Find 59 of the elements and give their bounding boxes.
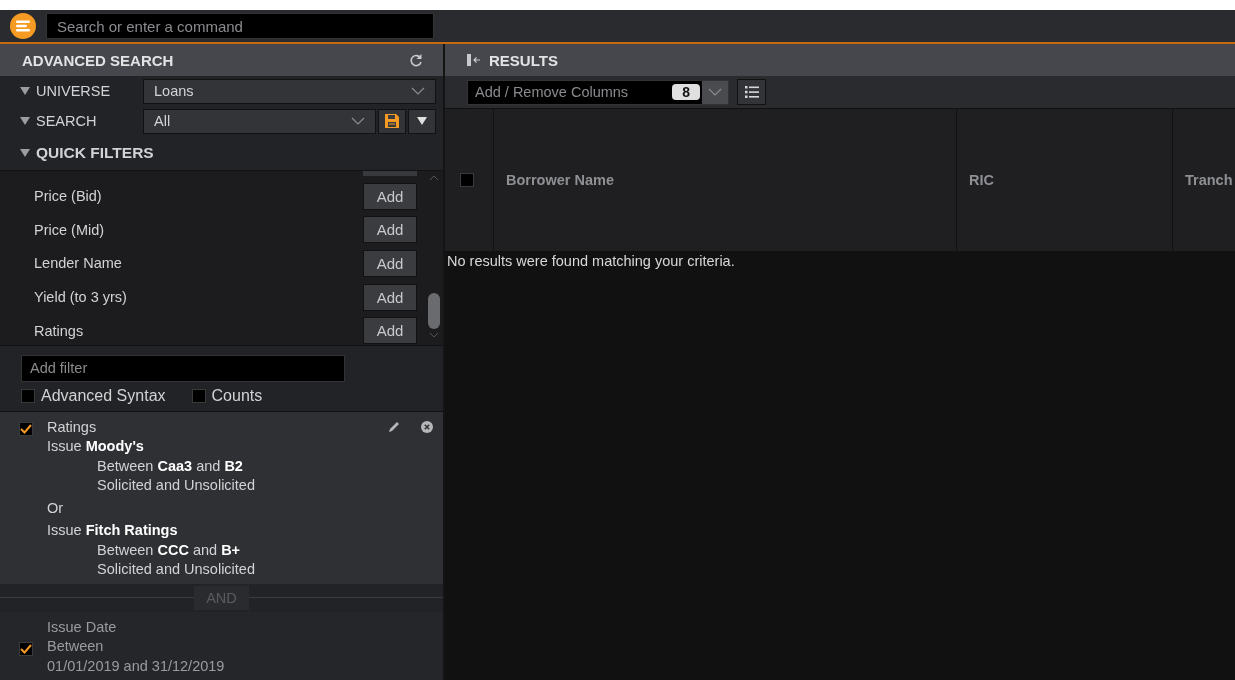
checkbox-label: Advanced Syntax <box>41 386 166 405</box>
menu-button[interactable] <box>408 108 436 134</box>
column-header[interactable]: RIC <box>957 109 1173 251</box>
select-all-checkbox[interactable] <box>460 173 474 187</box>
command-search-field[interactable]: Search or enter a command <box>46 13 434 39</box>
columns-dropdown[interactable]: Add / Remove Columns 8 <box>467 79 729 105</box>
filter-name: Price (Mid) <box>34 221 105 238</box>
list-icon <box>744 86 759 98</box>
checkbox-label: Counts <box>211 386 263 405</box>
filter-name: Ratings <box>34 322 84 339</box>
section-title: QUICK FILTERS <box>36 144 154 162</box>
filter-text: Issue Fitch Ratings <box>47 521 179 540</box>
collapse-panel-icon[interactable] <box>467 54 481 66</box>
checkbox[interactable] <box>19 421 33 436</box>
add-button[interactable]: Add <box>363 283 417 311</box>
filter-text: Between CCC and B+ <box>96 540 242 560</box>
filter-input[interactable]: Add filter <box>21 354 345 382</box>
refresh-icon[interactable] <box>409 53 423 67</box>
collapse-triangle-icon[interactable] <box>20 149 30 157</box>
filter-text: Between <box>47 637 105 656</box>
empty-message: No results were found matching your criteria. <box>447 253 735 269</box>
filter-name: Lender Name <box>34 255 122 272</box>
chevron-down-icon <box>411 87 425 96</box>
checkbox[interactable] <box>19 641 33 656</box>
filter-text: Or <box>47 498 65 518</box>
pencil-icon[interactable] <box>387 419 401 434</box>
column-header[interactable]: Borrower Name <box>494 109 957 251</box>
filter-title: Ratings <box>47 417 97 437</box>
dropdown[interactable]: All <box>143 108 376 134</box>
count-badge: 8 <box>672 84 700 100</box>
add-button[interactable]: Add <box>363 182 417 210</box>
triangle-down-icon <box>417 117 427 126</box>
filter-text: 01/01/2019 and 31/12/2019 <box>47 656 226 676</box>
filter-name: Price (Bid) <box>34 188 102 205</box>
collapse-triangle-icon[interactable] <box>20 117 30 126</box>
filter-text: Between Caa3 and B2 <box>96 456 244 476</box>
panel-title: RESULTS <box>489 51 558 69</box>
filter-text: Solicited and Unsolicited <box>96 560 256 579</box>
filter-title: Issue Date <box>47 617 117 637</box>
add-button[interactable]: Add <box>363 250 417 277</box>
section-label: UNIVERSE <box>36 83 111 100</box>
add-button[interactable]: Add <box>363 317 417 345</box>
save-button[interactable] <box>378 108 406 134</box>
close-icon[interactable] <box>421 420 433 433</box>
collapse-triangle-icon[interactable] <box>20 87 30 96</box>
column-header[interactable]: Tranch <box>1173 109 1235 251</box>
chevron-down-icon <box>351 117 365 126</box>
add-button[interactable]: Add <box>363 216 417 244</box>
menu-icon[interactable] <box>10 13 36 39</box>
section-label: SEARCH <box>36 113 97 130</box>
filter-text: Issue Moody's <box>47 437 145 456</box>
checkbox[interactable] <box>21 388 35 403</box>
checkbox[interactable] <box>191 388 206 403</box>
dropdown[interactable]: Loans <box>143 78 436 104</box>
filter-name: Yield (to 3 yrs) <box>34 289 127 306</box>
chevron-down-icon <box>708 88 722 96</box>
filter-text: Solicited and Unsolicited <box>96 476 256 495</box>
list-view-button[interactable] <box>737 79 766 105</box>
panel-title: ADVANCED SEARCH <box>22 51 174 69</box>
